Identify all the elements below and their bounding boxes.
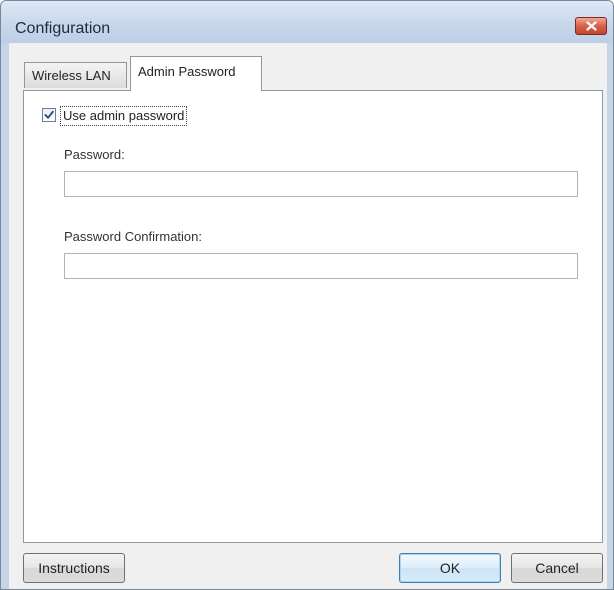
ok-button[interactable]: OK — [399, 553, 501, 583]
tab-admin-password[interactable]: Admin Password — [130, 56, 262, 91]
title-bar[interactable]: Configuration — [1, 1, 613, 43]
use-admin-password-checkbox[interactable] — [42, 108, 56, 122]
password-confirmation-label: Password Confirmation: — [64, 229, 202, 244]
password-confirmation-field[interactable] — [64, 253, 578, 279]
close-button[interactable] — [575, 17, 607, 35]
dialog-body: Wireless LAN Admin Password Use admin pa… — [9, 43, 607, 589]
configuration-dialog: Configuration Wireless LAN Admin Passwor… — [0, 0, 614, 590]
close-icon — [586, 21, 597, 31]
cancel-button[interactable]: Cancel — [511, 553, 603, 583]
password-field[interactable] — [64, 171, 578, 197]
admin-password-panel: Use admin password Password: Password Co… — [23, 90, 603, 543]
password-label: Password: — [64, 147, 125, 162]
checkmark-icon — [44, 110, 54, 119]
window-title: Configuration — [15, 20, 111, 37]
use-admin-password-label[interactable]: Use admin password — [60, 106, 188, 126]
instructions-button[interactable]: Instructions — [23, 553, 125, 583]
tab-wireless-lan[interactable]: Wireless LAN — [24, 62, 127, 88]
